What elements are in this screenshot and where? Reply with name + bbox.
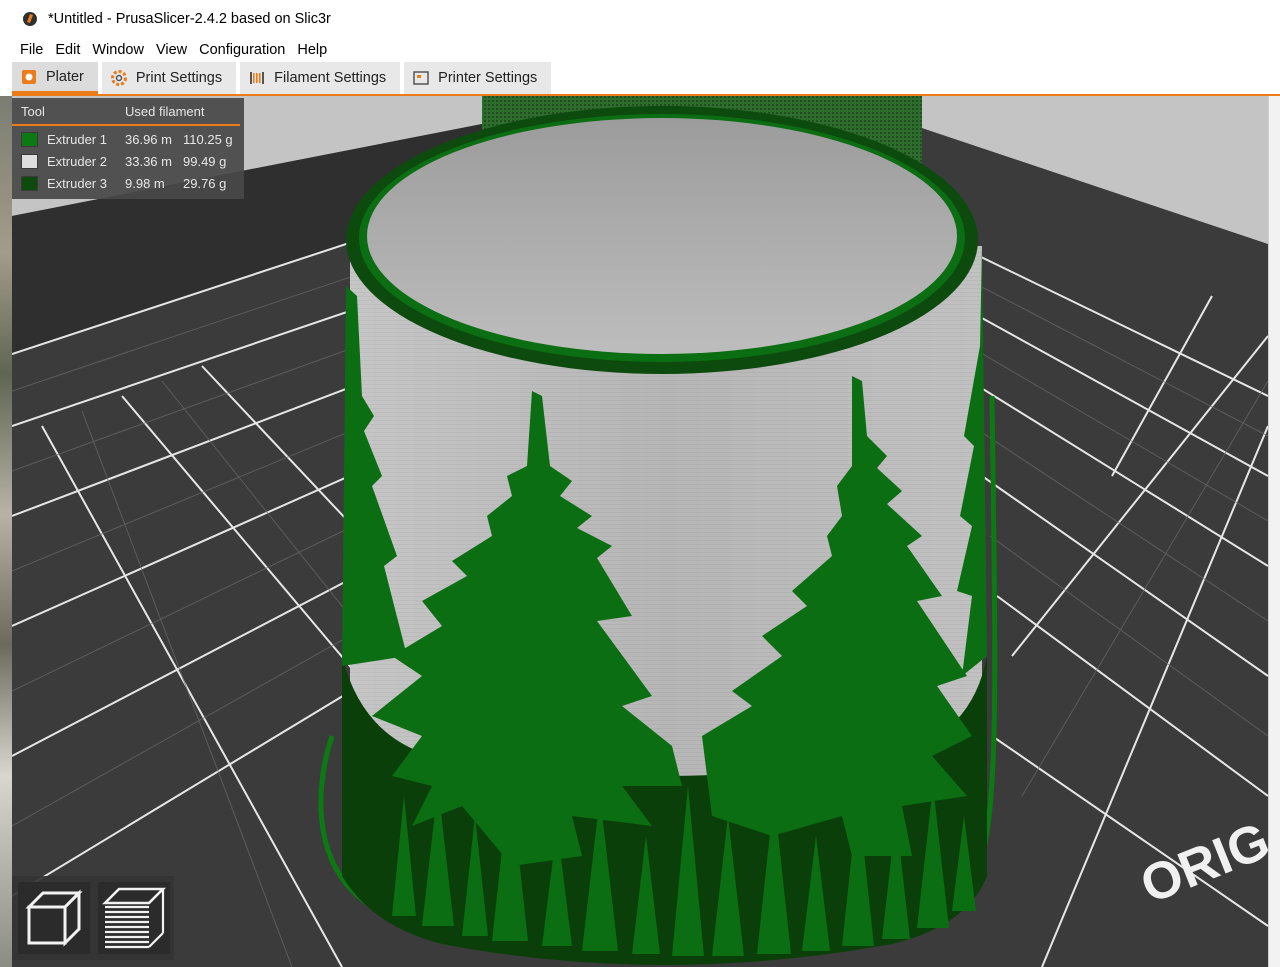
legend-header-used: Used filament: [125, 104, 205, 119]
preview-button[interactable]: [98, 882, 170, 954]
3d-preview-canvas[interactable]: ORIG: [12, 96, 1268, 967]
main-tab-bar: Plater Print Settings Filament Settings …: [12, 62, 1280, 96]
desktop-background-edge: [0, 96, 12, 967]
legend-length: 9.98 m: [125, 175, 165, 191]
menu-bar: File Edit Window View Configuration Help: [0, 38, 1280, 62]
filament-spool-icon: [250, 72, 265, 84]
window-title: *Untitled - PrusaSlicer-2.4.2 based on S…: [48, 11, 331, 27]
layers-icon: [101, 887, 167, 949]
tab-print-settings[interactable]: Print Settings: [101, 62, 237, 94]
cube-icon: [25, 889, 83, 947]
prusaslicer-logo-icon: [23, 12, 37, 26]
view-mode-toolbar: [12, 876, 174, 960]
printer-icon: [413, 71, 429, 85]
legend-row: Extruder 2 33.36 m 99.49 g: [12, 150, 244, 172]
extruder-1-color-swatch: [21, 131, 38, 147]
legend-weight: 110.25 g: [183, 131, 233, 147]
title-bar: *Untitled - PrusaSlicer-2.4.2 based on S…: [0, 0, 1280, 38]
menu-help[interactable]: Help: [291, 38, 333, 62]
tab-printer-settings-label: Printer Settings: [438, 70, 538, 86]
bed-scene: ORIG: [12, 96, 1268, 967]
right-panel-edge: [1268, 96, 1280, 967]
extruder-3-color-swatch: [21, 175, 38, 191]
legend-row: Extruder 1 36.96 m 110.25 g: [12, 128, 244, 150]
tab-plater-label: Plater: [46, 68, 84, 85]
legend-extruder-name: Extruder 2: [47, 153, 107, 169]
tab-plater[interactable]: Plater: [12, 62, 98, 94]
menu-file[interactable]: File: [14, 38, 49, 62]
extruder-2-color-swatch: [21, 153, 38, 169]
tab-filament-settings[interactable]: Filament Settings: [240, 62, 401, 94]
plater-icon: [22, 69, 36, 84]
menu-configuration[interactable]: Configuration: [193, 38, 291, 62]
legend-extruder-name: Extruder 3: [47, 175, 107, 191]
legend-length: 36.96 m: [125, 131, 172, 147]
3d-view-button[interactable]: [18, 882, 90, 954]
tab-filament-settings-label: Filament Settings: [274, 70, 387, 86]
tab-print-settings-label: Print Settings: [135, 70, 223, 86]
menu-edit[interactable]: Edit: [49, 38, 86, 62]
legend-weight: 99.49 g: [183, 153, 227, 169]
rim-inner: [367, 118, 957, 354]
menu-window[interactable]: Window: [86, 38, 150, 62]
legend-extruder-name: Extruder 1: [47, 131, 107, 147]
filament-usage-legend: Tool Used filament Extruder 1 36.96 m 11…: [12, 98, 244, 199]
legend-header: Tool Used filament: [12, 98, 240, 126]
tab-printer-settings[interactable]: Printer Settings: [404, 62, 552, 94]
legend-header-tool: Tool: [21, 104, 45, 119]
gear-icon: [110, 70, 127, 86]
legend-row: Extruder 3 9.98 m 29.76 g: [12, 172, 244, 194]
legend-weight: 29.76 g: [183, 175, 227, 191]
menu-view[interactable]: View: [150, 38, 193, 62]
legend-length: 33.36 m: [125, 153, 172, 169]
